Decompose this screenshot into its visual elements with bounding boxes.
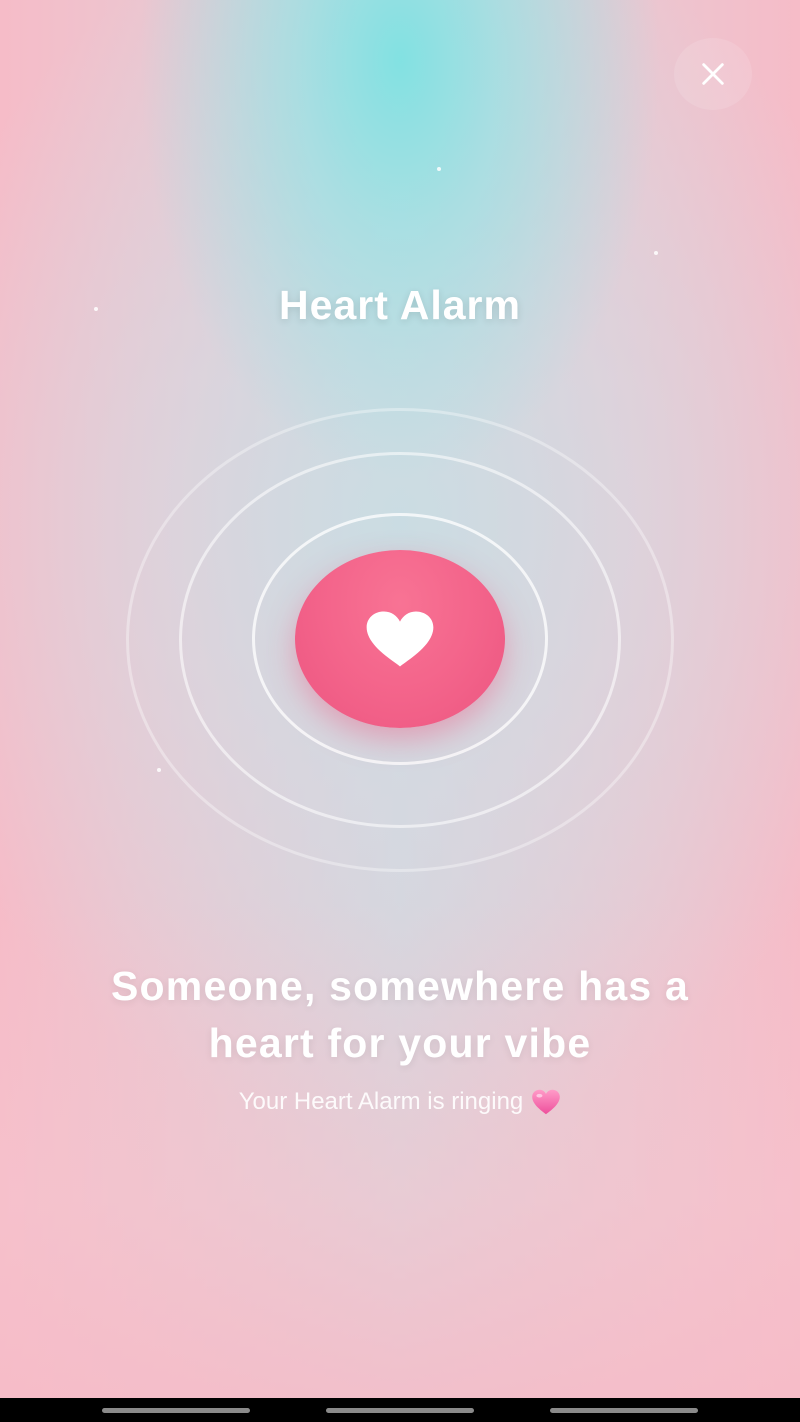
headline-line-1: Someone, somewhere has a — [111, 963, 689, 1009]
close-icon — [702, 63, 724, 85]
page-title: Heart Alarm — [279, 282, 521, 328]
nav-handle-right[interactable] — [550, 1408, 698, 1413]
subtext-label: Your Heart Alarm is ringing — [238, 1088, 524, 1115]
heart-icon — [366, 611, 434, 667]
headline: Someone, somewhere has a heart for your … — [0, 958, 800, 1072]
nav-handle-left[interactable] — [102, 1408, 250, 1413]
system-navigation-bar — [0, 1398, 800, 1422]
nav-handle-center[interactable] — [326, 1408, 474, 1413]
heart-button[interactable] — [295, 550, 505, 728]
pink-heart-emoji-icon — [531, 1089, 561, 1115]
sparkle — [654, 251, 658, 255]
headline-line-2: heart for your vibe — [208, 1020, 592, 1066]
sparkle — [437, 167, 441, 171]
sparkle — [157, 768, 161, 772]
subtext: Your Heart Alarm is ringing — [0, 1088, 800, 1116]
close-button[interactable] — [674, 38, 752, 110]
